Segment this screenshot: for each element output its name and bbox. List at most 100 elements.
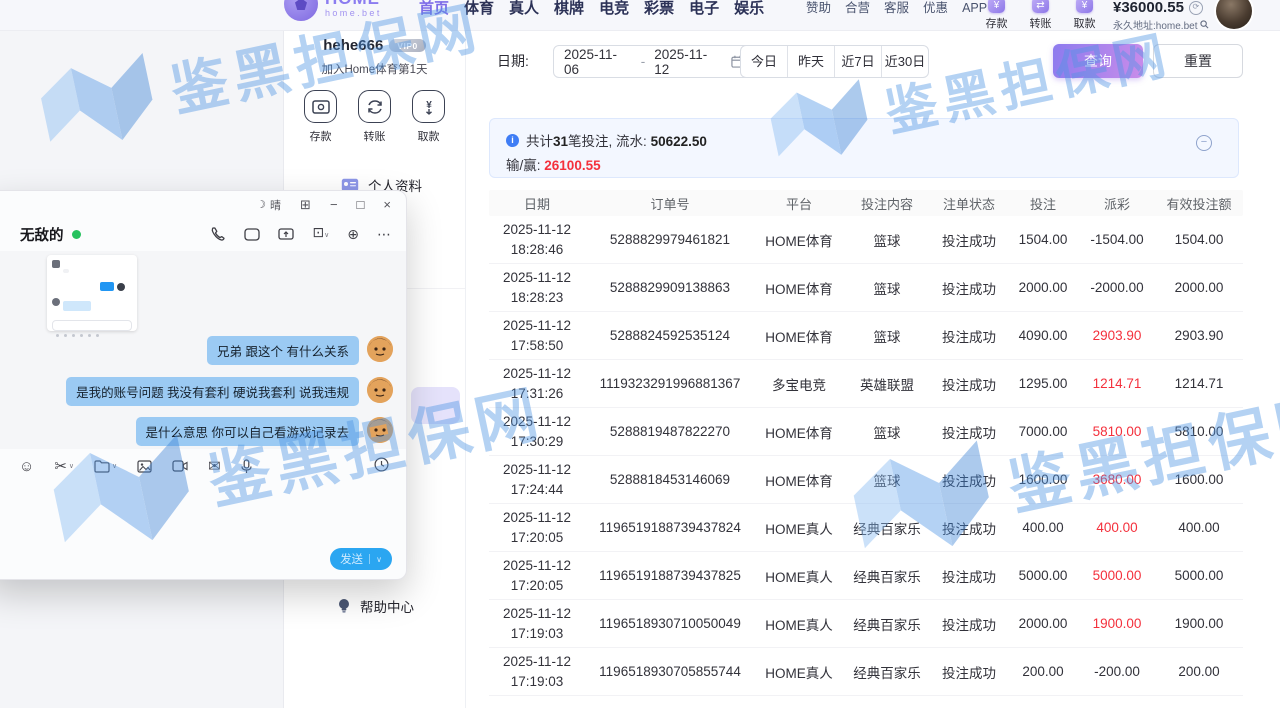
plus-circle-icon[interactable]: ⊕ [347,227,359,241]
user-avatar[interactable] [1216,0,1252,29]
table-row[interactable]: 2025-11-1217:24:445288818453146069HOME体育… [489,456,1243,504]
sender-avatar[interactable] [367,417,393,443]
range-button-2[interactable]: 近7日 [834,46,881,77]
nav-secondary-item-1[interactable]: 合营 [845,1,870,16]
range-button-0[interactable]: 今日 [741,46,787,77]
screen-share-icon[interactable] [278,227,294,242]
cell-payout: 1900.00 [1079,616,1155,631]
panel-icon[interactable]: ⊞ [300,198,311,211]
cell-platform: HOME体育 [755,326,843,346]
file-folder-icon[interactable]: ∨ [94,459,117,474]
screenshot-image-message[interactable] [47,255,137,331]
wallet-deposit[interactable]: ¥存款 [979,0,1014,31]
row-time: 18:28:23 [489,288,585,308]
row-date: 2025-11-12 [489,508,585,528]
video-chat-icon[interactable] [244,227,260,242]
row-date: 2025-11-12 [489,268,585,288]
send-button[interactable]: 发送 ∨ [330,548,392,570]
nav-secondary-item-0[interactable]: 赞助 [806,1,831,16]
cell-date: 2025-11-1217:31:26 [489,364,585,403]
more-icon[interactable]: ⋯ [377,227,391,241]
cell-platform: 多宝电竞 [755,374,843,394]
query-button[interactable]: 查询 [1053,44,1143,78]
sidebar-quick-2[interactable]: ¥取款 [407,90,451,144]
table-row[interactable]: 2025-11-1217:58:505288824592535124HOME体育… [489,312,1243,360]
table-row[interactable]: 2025-11-1218:28:465288829979461821HOME体育… [489,216,1243,264]
voice-call-icon[interactable] [210,226,226,242]
range-button-1[interactable]: 昨天 [787,46,834,77]
cell-payout: 3680.00 [1079,472,1155,487]
search-icon[interactable] [1200,20,1209,29]
refresh-balance-icon[interactable]: ⟳ [1189,1,1203,15]
table-row[interactable]: 2025-11-1217:31:261119323291996881367多宝电… [489,360,1243,408]
wallet-withdraw[interactable]: ¥取款 [1067,0,1102,31]
cell-order-no: 5288818453146069 [585,472,755,487]
wallet-transfer[interactable]: ⇄转账 [1023,0,1058,31]
cell-payout: 2903.90 [1079,328,1155,343]
row-time: 17:20:05 [489,576,585,596]
video-clip-icon[interactable] [172,460,188,472]
weather-widget[interactable]: ☽ 晴 [256,197,281,213]
nav-item-6[interactable]: 电子 [689,0,719,17]
sidebar-quick-1[interactable]: 转账 [353,90,397,144]
row-time: 17:31:26 [489,384,585,404]
row-date: 2025-11-12 [489,604,585,624]
quick-label: 取款 [418,128,440,144]
reset-button[interactable]: 重置 [1153,44,1243,78]
date-to[interactable]: 2025-11-12 [654,47,722,77]
row-time: 18:28:46 [489,240,585,260]
date-from[interactable]: 2025-11-06 [564,47,632,77]
minimize-icon[interactable]: − [330,198,338,211]
nav-item-3[interactable]: 棋牌 [554,0,584,17]
sidebar-active-item-highlight[interactable] [411,387,460,424]
remote-desktop-icon[interactable]: ⊡∨ [312,225,329,243]
cell-bet: 1600.00 [1007,472,1079,487]
date-range-picker[interactable]: 2025-11-06 - 2025-11-12 [553,45,755,78]
sidebar-quick-0[interactable]: 存款 [299,90,343,144]
nav-secondary-item-3[interactable]: 优惠 [923,1,948,16]
screenshot-scissors-icon[interactable]: ✂∨ [54,459,74,474]
table-row[interactable]: 2025-11-1217:30:295288819487822270HOME体育… [489,408,1243,456]
message-card-icon[interactable]: ✉ [208,459,221,474]
cell-status: 投注成功 [931,566,1007,586]
voice-message-icon[interactable] [241,459,252,474]
cell-content: 经典百家乐 [843,662,931,682]
range-button-3[interactable]: 近30日 [881,46,928,77]
emoji-icon[interactable]: ☺ [19,459,34,474]
image-icon[interactable] [137,460,152,473]
nav-item-2[interactable]: 真人 [509,0,539,17]
sender-avatar[interactable] [367,377,393,403]
nav-item-1[interactable]: 体育 [464,0,494,17]
cell-order-no: 5288829909138863 [585,280,755,295]
cell-content: 经典百家乐 [843,566,931,586]
cell-payout: -200.00 [1079,664,1155,679]
cell-valid-bet: 1214.71 [1155,376,1243,391]
chat-history-icon[interactable] [374,457,389,477]
nav-item-5[interactable]: 彩票 [644,0,674,17]
cell-content: 篮球 [843,278,931,298]
brand-logo[interactable]: HOME home.bet [284,0,382,21]
row-date: 2025-11-12 [489,364,585,384]
cell-valid-bet: 1600.00 [1155,472,1243,487]
sender-avatar[interactable] [367,336,393,362]
chat-titlebar[interactable]: ☽ 晴 ⊞ − □ × [0,191,406,218]
close-icon[interactable]: × [383,198,391,211]
table-row[interactable]: 2025-11-1217:20:051196519188739437825HOM… [489,552,1243,600]
nav-item-4[interactable]: 电竞 [599,0,629,17]
nav-item-0[interactable]: 首页 [419,0,449,17]
column-header-7: 有效投注额 [1155,194,1243,213]
table-row[interactable]: 2025-11-1217:19:031196518930705855744HOM… [489,648,1243,696]
chat-message-outgoing: 兄弟 跟这个 有什么关系 [207,336,393,365]
table-row[interactable]: 2025-11-1217:19:031196518930710050049HOM… [489,600,1243,648]
collapse-icon[interactable]: − [1196,135,1212,151]
nav-item-7[interactable]: 娱乐 [734,0,764,17]
maximize-icon[interactable]: □ [357,198,365,211]
cell-order-no: 5288824592535124 [585,328,755,343]
cell-status: 投注成功 [931,662,1007,682]
cell-order-no: 5288819487822270 [585,424,755,439]
nav-secondary-item-2[interactable]: 客服 [884,1,909,16]
table-row[interactable]: 2025-11-1218:28:235288829909138863HOME体育… [489,264,1243,312]
chat-window: ☽ 晴 ⊞ − □ × 无敌的 ⊡∨ ⊕ ⋯ 兄弟 跟这个 有什么关系 [0,190,407,580]
table-row[interactable]: 2025-11-1217:20:051196519188739437824HOM… [489,504,1243,552]
sidebar-item-help[interactable]: 帮助中心 [337,596,414,616]
